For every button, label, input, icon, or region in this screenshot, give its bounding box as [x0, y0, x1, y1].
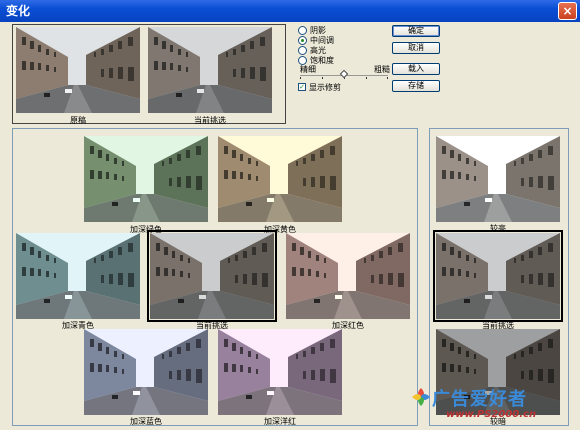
more-blue-image [84, 329, 208, 415]
slider-tick [387, 77, 388, 79]
current-pick-thumbnail [148, 27, 272, 113]
window-title: 变化 [6, 4, 31, 18]
more-cyan-thumbnail[interactable] [16, 233, 140, 319]
more-magenta-caption: 加深洋红 [264, 417, 296, 426]
original-image [16, 27, 140, 113]
more-yellow-thumbnail[interactable] [218, 136, 342, 222]
save-button[interactable]: 存储 [392, 80, 440, 92]
show-clipping-checkbox[interactable]: ✓ [298, 83, 306, 91]
radio-shadows-button[interactable] [298, 26, 307, 35]
close-button[interactable]: × [558, 2, 577, 20]
brightness-current-pick-thumbnail[interactable] [433, 230, 563, 322]
close-icon: × [562, 4, 573, 18]
more-magenta-image [218, 329, 342, 415]
lighter-thumbnail[interactable] [436, 136, 560, 222]
slider-tick [300, 77, 301, 79]
radio-midtones-button[interactable] [298, 36, 307, 45]
more-green-thumbnail[interactable] [84, 136, 208, 222]
watermark-logo-icon [412, 388, 430, 406]
more-cyan-image [16, 233, 140, 319]
more-blue-caption: 加深蓝色 [130, 417, 162, 426]
brightness-current-pick-image [436, 233, 560, 319]
more-red-thumbnail[interactable] [286, 233, 410, 319]
current-pick-image [148, 27, 272, 113]
ok-button[interactable]: 确定 [392, 25, 440, 37]
slider-coarse-label: 粗糙 [374, 65, 390, 74]
title-bar[interactable]: 变化 × [0, 0, 580, 22]
more-red-image [286, 233, 410, 319]
original-caption: 原稿 [70, 116, 86, 125]
load-button[interactable]: 载入 [392, 63, 440, 75]
original-thumbnail [16, 27, 140, 113]
show-clipping-label: 显示修剪 [309, 83, 341, 92]
cancel-button[interactable]: 取消 [392, 42, 440, 54]
slider-tick [366, 77, 367, 79]
current-pick-caption: 当前挑选 [194, 116, 226, 125]
lighter-image [436, 136, 560, 222]
more-yellow-image [218, 136, 342, 222]
watermark-text: 广告爱好者 [432, 389, 527, 410]
more-blue-thumbnail[interactable] [84, 329, 208, 415]
slider-thumb[interactable] [339, 69, 349, 79]
more-green-image [84, 136, 208, 222]
watermark-url: www.PS2000.cn [446, 409, 537, 420]
slider-tick [322, 77, 323, 79]
center-current-pick-thumbnail[interactable] [147, 230, 277, 322]
center-current-pick-image [150, 233, 274, 319]
slider-fine-label: 精细 [300, 65, 316, 74]
radio-highlights-button[interactable] [298, 46, 307, 55]
more-magenta-thumbnail[interactable] [218, 329, 342, 415]
